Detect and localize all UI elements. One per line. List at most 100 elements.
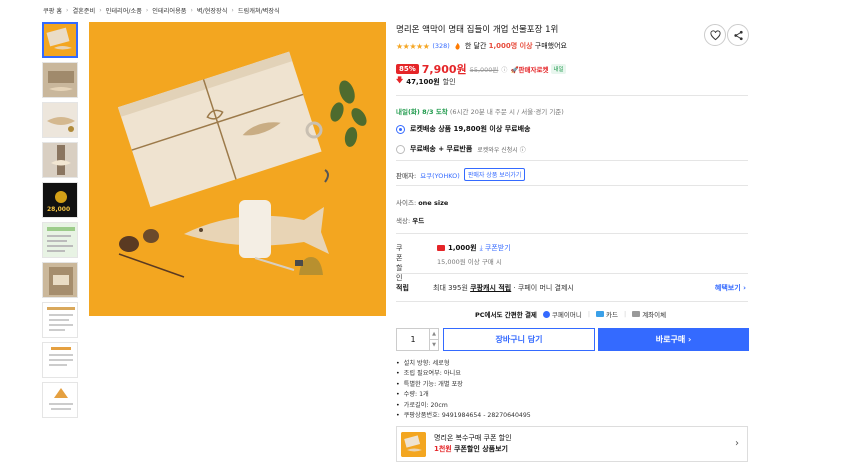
arrival-note: (6시간 20분 내 주문 시 / 서울·경기 기준) bbox=[449, 108, 564, 116]
seller-row: 판매자: 요쿠(YOHKO) 판매자 상품 보러가기 bbox=[396, 168, 526, 181]
share-icon bbox=[733, 30, 743, 40]
buy-now-button[interactable]: 바로구매 › bbox=[598, 328, 749, 351]
seller-rocket-text: 판매자로켓 bbox=[518, 66, 549, 74]
spec-item: 조립 필요여부: 아니요 bbox=[396, 369, 531, 379]
seller-label: 판매자: bbox=[396, 171, 417, 180]
points-prefix: 최대 395원 bbox=[433, 284, 468, 292]
spec-item: 설치 방향: 세로형 bbox=[396, 359, 531, 369]
payment-card-label: 카드 bbox=[606, 311, 618, 319]
product-title: 명리온 액막이 명태 집들이 개업 선물포장 1위 bbox=[396, 25, 559, 35]
multi-buy-coupon-banner[interactable]: 명리온 복수구매 쿠폰 할인 1천원 쿠폰할인 상품보기 › bbox=[396, 426, 748, 462]
heart-icon bbox=[709, 29, 721, 40]
bought-count: 1,000명 이상 bbox=[488, 42, 533, 50]
banner-subtitle: 1천원 쿠폰할인 상품보기 bbox=[434, 444, 512, 455]
banner-highlight: 1천원 bbox=[434, 445, 452, 453]
payment-headline: PC에서도 간편한 결제 bbox=[475, 311, 537, 319]
share-button[interactable] bbox=[727, 24, 749, 46]
thumbnail-8[interactable] bbox=[42, 302, 78, 338]
info-icon[interactable]: ⓘ bbox=[501, 65, 507, 74]
delivery-section: 내일(화) 8/3 도착 (6시간 20분 내 주문 시 / 서울·경기 기준)… bbox=[396, 106, 564, 154]
radio-unselected[interactable] bbox=[396, 144, 405, 154]
flame-icon bbox=[455, 42, 460, 50]
breadcrumb-item[interactable]: 결혼준비 bbox=[72, 6, 95, 15]
payment-transfer-label: 계좌이체 bbox=[642, 311, 667, 319]
coupon-amount: 1,000원 bbox=[448, 244, 477, 252]
payment-coupay: 쿠페이머니 bbox=[542, 309, 582, 319]
breadcrumb: 쿠팡 홈 › 결혼준비 › 인테리어/소품 › 인테리어용품 › 벽/현장장식 … bbox=[43, 5, 280, 15]
color-label: 색상: bbox=[396, 217, 411, 225]
thumbnail-10[interactable] bbox=[42, 382, 78, 418]
price-row: 85% 7,900원 55,000원 ⓘ 🚀판매자로켓 내일 bbox=[396, 61, 566, 77]
divider bbox=[396, 95, 748, 96]
arrow-down-icon: 🡇 bbox=[396, 76, 404, 84]
chevron-right-icon: › bbox=[99, 6, 102, 14]
quantity-stepper[interactable]: 1 ▲ ▼ bbox=[396, 328, 439, 351]
breadcrumb-item[interactable]: 드림캐쳐/벽장식 bbox=[238, 6, 280, 15]
payment-methods: PC에서도 간편한 결제 쿠페이머니 | 카드 | 계좌이체 bbox=[475, 309, 666, 319]
chevron-right-icon: › bbox=[145, 6, 149, 14]
coupon-label: 쿠폰할인 bbox=[396, 244, 403, 282]
monthly-purchase-text: 한 달간 1,000명 이상 구매했어요 bbox=[465, 41, 567, 51]
coupon-discount-amount: 47,100원 bbox=[406, 77, 440, 86]
quantity-value[interactable]: 1 bbox=[397, 329, 429, 350]
delivery-option-wow[interactable]: 무료배송 + 무료반품 로켓와우 신청시 ⓘ bbox=[396, 144, 564, 154]
coupon-condition: 15,000원 이상 구매 시 bbox=[437, 258, 502, 266]
points-suffix: · 쿠페이 머니 결제시 bbox=[513, 284, 574, 292]
chevron-down-icon[interactable]: ▼ bbox=[430, 340, 438, 350]
separator: | bbox=[587, 310, 591, 318]
star-rating: ★★★★★ bbox=[396, 41, 430, 51]
spec-list: 설치 방향: 세로형 조립 필요여부: 아니요 특별한 기능: 개별 포장 수량… bbox=[396, 359, 531, 421]
separator: | bbox=[623, 310, 627, 318]
seller-name-link[interactable]: 요쿠(YOHKO) bbox=[420, 170, 460, 180]
wishlist-button[interactable] bbox=[704, 24, 726, 46]
seller-products-button[interactable]: 판매자 상품 보러가기 bbox=[463, 168, 526, 181]
divider bbox=[396, 160, 748, 161]
thumbnail-5[interactable]: 28,000 bbox=[42, 182, 78, 218]
sale-price: 7,900원 bbox=[421, 63, 467, 76]
divider bbox=[396, 273, 748, 274]
color-value: 우드 bbox=[412, 217, 425, 225]
breadcrumb-item[interactable]: 벽/현장장식 bbox=[197, 6, 228, 15]
main-product-image[interactable] bbox=[89, 22, 386, 316]
thumbnail-4[interactable] bbox=[42, 142, 78, 178]
color-option: 색상: 우드 bbox=[396, 215, 424, 225]
payment-card: 카드 bbox=[596, 309, 618, 319]
breadcrumb-home[interactable]: 쿠팡 홈 bbox=[43, 6, 62, 15]
size-label: 사이즈: bbox=[396, 199, 417, 207]
radio-selected[interactable] bbox=[396, 124, 405, 134]
chevron-up-icon[interactable]: ▲ bbox=[430, 329, 438, 340]
payment-coupay-label: 쿠페이머니 bbox=[551, 311, 582, 319]
coupon-icon bbox=[437, 245, 445, 251]
benefits-link[interactable]: 혜택보기 › bbox=[715, 283, 746, 293]
thumbnail-2[interactable] bbox=[42, 62, 78, 98]
spec-item: 가로길이: 20cm bbox=[396, 401, 531, 411]
breadcrumb-item[interactable]: 인테리어/소품 bbox=[106, 6, 142, 15]
spec-item: 수량: 1개 bbox=[396, 390, 531, 400]
review-count-link[interactable]: (328) bbox=[432, 42, 449, 50]
original-price: 55,000원 bbox=[469, 66, 499, 74]
thumbnail-3[interactable] bbox=[42, 102, 78, 138]
thumbnail-1[interactable] bbox=[42, 22, 78, 58]
thumbnail-price-label: 28,000 bbox=[47, 206, 71, 213]
chevron-right-icon: › bbox=[190, 6, 193, 14]
rating-row: ★★★★★ (328) 한 달간 1,000명 이상 구매했어요 bbox=[396, 41, 567, 51]
coupon-amount-row: 1,000원 ⤓ 쿠폰받기 bbox=[437, 243, 511, 253]
discount-badge: 85% bbox=[396, 64, 419, 74]
chevron-right-icon: › bbox=[66, 6, 69, 14]
divider bbox=[396, 185, 748, 186]
bank-icon bbox=[632, 311, 641, 317]
size-value: one size bbox=[418, 199, 449, 207]
thumbnail-9[interactable] bbox=[42, 342, 78, 378]
delivery-option-rocket[interactable]: 로켓배송 상품 19,800원 이상 무료배송 bbox=[396, 124, 564, 134]
add-to-cart-button[interactable]: 장바구니 담기 bbox=[443, 328, 595, 351]
thumbnail-7[interactable] bbox=[42, 262, 78, 298]
coupay-icon bbox=[542, 310, 550, 318]
thumbnail-6[interactable] bbox=[42, 222, 78, 258]
seller-rocket-label: 🚀판매자로켓 bbox=[510, 66, 549, 74]
points-text: 최대 395원 쿠팡캐시 적립 · 쿠페이 머니 결제시 bbox=[433, 283, 574, 293]
cash-points-link[interactable]: 쿠팡캐시 적립 bbox=[470, 284, 511, 292]
size-option: 사이즈: one size bbox=[396, 197, 448, 207]
breadcrumb-item[interactable]: 인테리어용품 bbox=[152, 6, 186, 15]
coupon-download-button[interactable]: ⤓ 쿠폰받기 bbox=[480, 243, 511, 253]
payment-transfer: 계좌이체 bbox=[632, 309, 666, 319]
